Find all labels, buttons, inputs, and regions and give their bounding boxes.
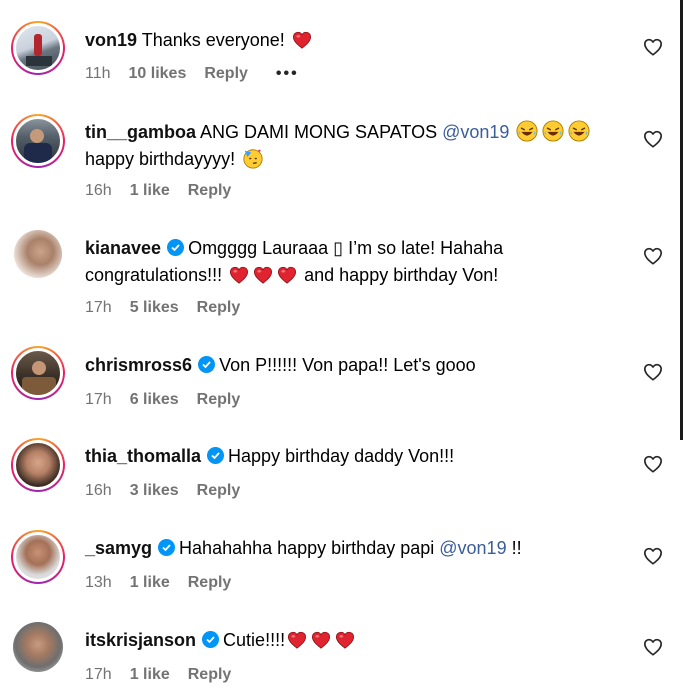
comment-text: happy birthdayyyy! [85,149,236,169]
username[interactable]: itskrisjanson [85,630,196,650]
timestamp: 16h [85,182,112,199]
comment-text: Happy birthday daddy Von!!! [228,446,455,466]
party-face-emoji-icon [242,147,264,169]
verified-badge-icon [198,356,216,373]
avatar[interactable] [13,622,63,672]
comment-meta: 17h 5 likes Reply [85,298,258,318]
username[interactable]: von19 [85,30,137,50]
timestamp: 13h [85,574,112,591]
like-heart-icon[interactable] [643,38,663,56]
comment-line: von19 Thanks everyone! [85,27,314,54]
likes-count[interactable]: 3 likes [130,482,179,499]
comment-text: congratulations!!! [85,265,223,285]
timestamp: 11h [85,65,111,82]
reply-button[interactable]: Reply [188,574,232,591]
username[interactable]: chrismross6 [85,355,192,375]
comment-text: ANG DAMI MONG SAPATOS [200,122,438,142]
verified-badge-icon [207,447,225,464]
like-heart-icon[interactable] [643,247,663,265]
timestamp: 16h [85,482,112,499]
comment-line: happy birthdayyyy! [85,146,266,173]
laughing-emoji-icon [542,120,564,142]
laughing-emoji-icon [568,120,590,142]
comment-line: congratulations!!! and happy birthday Vo… [85,262,498,289]
like-heart-icon[interactable] [643,455,663,473]
comment-text: Omgggg Lauraaa ▯ I’m so late! Hahaha [188,238,504,258]
red-heart-emoji-icon [253,266,273,284]
likes-count[interactable]: 1 like [130,182,170,199]
comment-meta: 16h 3 likes Reply [85,481,258,501]
like-heart-icon[interactable] [643,638,663,656]
reply-button[interactable]: Reply [197,482,241,499]
red-heart-emoji-icon [229,266,249,284]
mention-link[interactable]: @von19 [439,538,506,558]
avatar[interactable] [11,114,65,168]
comment-line: itskrisjanson Cutie!!!! [85,627,357,654]
comment-text: Hahahahha happy birthday papi [179,538,435,558]
comment-line: thia_thomalla Happy birthday daddy Von!!! [85,443,454,470]
avatar[interactable] [11,438,65,492]
avatar[interactable] [11,530,65,584]
red-heart-emoji-icon [277,266,297,284]
comment-line: kianavee Omgggg Lauraaa ▯ I’m so late! Ha… [85,235,503,262]
timestamp: 17h [85,391,112,408]
red-heart-emoji-icon [311,631,331,649]
comment-text: Cutie!!!! [223,630,286,650]
reply-button[interactable]: Reply [197,391,241,408]
avatar[interactable] [11,21,65,75]
avatar[interactable] [11,346,65,400]
likes-count[interactable]: 1 like [130,574,170,591]
likes-count[interactable]: 1 like [130,666,170,683]
more-options-icon[interactable]: ••• [276,65,299,82]
username[interactable]: _samyg [85,538,152,558]
comment-line: _samyg Hahahahha happy birthday papi @von… [85,535,522,562]
red-heart-emoji-icon [287,631,307,649]
comment-text: and happy birthday Von! [304,265,499,285]
reply-button[interactable]: Reply [188,182,232,199]
username[interactable]: kianavee [85,238,161,258]
comment-text: Von P!!!!!! Von papa!! Let's gooo [219,355,476,375]
likes-count[interactable]: 6 likes [130,391,179,408]
comment-text: !! [511,538,522,558]
mention-link[interactable]: @von19 [442,122,509,142]
verified-badge-icon [158,539,176,556]
timestamp: 17h [85,299,112,316]
comment-meta: 17h 6 likes Reply [85,390,258,410]
avatar[interactable] [14,230,62,278]
like-heart-icon[interactable] [643,130,663,148]
like-heart-icon[interactable] [643,363,663,381]
comment-meta: 13h 1 like Reply [85,573,249,593]
verified-badge-icon [167,239,185,256]
likes-count[interactable]: 10 likes [129,65,187,82]
likes-count[interactable]: 5 likes [130,299,179,316]
username[interactable]: tin__gamboa [85,122,196,142]
verified-badge-icon [202,631,220,648]
comment-meta: 17h 1 like Reply [85,665,249,685]
reply-button[interactable]: Reply [197,299,241,316]
comment-text: Thanks everyone! [141,30,285,50]
comment-meta: 11h 10 likes Reply ••• [85,64,317,84]
like-heart-icon[interactable] [643,547,663,565]
comment-meta: 16h 1 like Reply [85,181,249,201]
red-heart-emoji-icon [292,31,312,49]
timestamp: 17h [85,666,112,683]
comment-line: tin__gamboa ANG DAMI MONG SAPATOS @von19 [85,119,592,146]
comment-line: chrismross6 Von P!!!!!! Von papa!! Let's … [85,352,476,379]
red-heart-emoji-icon [335,631,355,649]
username[interactable]: thia_thomalla [85,446,201,466]
reply-button[interactable]: Reply [204,65,248,82]
reply-button[interactable]: Reply [188,666,232,683]
laughing-emoji-icon [516,120,538,142]
